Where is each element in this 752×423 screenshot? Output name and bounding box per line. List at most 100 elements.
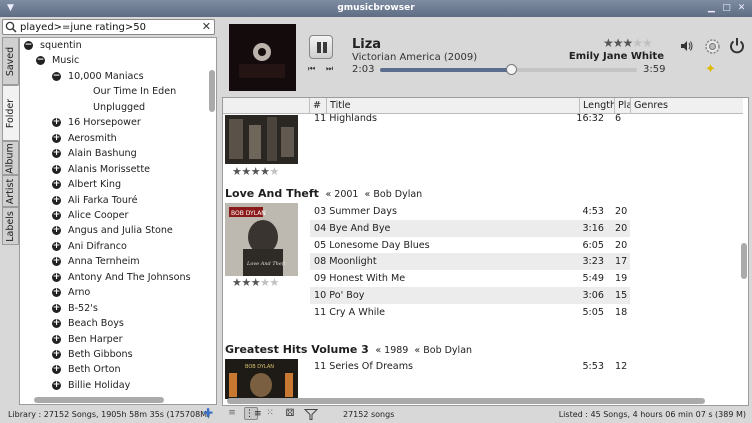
star-icon[interactable]: ★ bbox=[270, 165, 280, 178]
tree-item[interactable]: Our Time In Eden bbox=[20, 84, 208, 99]
tree-item[interactable]: + Ali Farka Touré bbox=[20, 193, 208, 208]
progress-slider[interactable] bbox=[380, 64, 637, 75]
window-menu-icon[interactable]: ▼ bbox=[4, 2, 17, 15]
star-icon[interactable]: ★ bbox=[260, 276, 270, 289]
song-list[interactable]: # Title Length Pla Genres ★★★★★ 11 Highl… bbox=[222, 97, 749, 406]
group-view-icon[interactable]: ⋮≡ bbox=[244, 407, 262, 420]
album-cover[interactable]: BOB DYLAN bbox=[225, 359, 298, 399]
tree-vscroll-thumb[interactable] bbox=[209, 70, 215, 112]
song-row[interactable]: 09 Honest With Me 5:49 19 bbox=[310, 270, 630, 287]
tree-hscroll-thumb[interactable] bbox=[34, 397, 164, 403]
now-playing-rating[interactable]: ★★★★★ bbox=[603, 36, 653, 50]
expand-icon[interactable]: + bbox=[52, 241, 61, 251]
album-rating[interactable]: ★★★★★ bbox=[232, 165, 279, 178]
tree-item[interactable]: + Angus and Julia Stone bbox=[20, 223, 208, 238]
now-playing-artist[interactable]: Emily Jane White bbox=[569, 51, 664, 62]
expand-icon[interactable]: + bbox=[52, 257, 61, 267]
tab-album[interactable]: Album bbox=[2, 141, 19, 175]
minimize-icon[interactable]: ▁ bbox=[705, 2, 718, 15]
expand-icon[interactable]: + bbox=[52, 133, 61, 143]
col-header-plays[interactable]: Pla bbox=[614, 98, 630, 114]
tree-item[interactable]: +16 Horsepower bbox=[20, 115, 208, 130]
song-row[interactable]: 08 Moonlight 3:23 17 bbox=[310, 253, 630, 271]
collapse-icon[interactable]: − bbox=[36, 56, 45, 66]
star-icon[interactable]: ★ bbox=[603, 36, 614, 50]
tree-horizontal-scrollbar[interactable] bbox=[24, 397, 204, 403]
expand-icon[interactable]: + bbox=[52, 210, 61, 220]
col-header-num[interactable]: # bbox=[309, 98, 326, 114]
song-row[interactable]: 11 Cry A While 5:05 18 bbox=[310, 304, 630, 321]
song-row[interactable]: 05 Lonesome Day Blues 6:05 20 bbox=[310, 237, 630, 254]
expand-icon[interactable]: + bbox=[52, 380, 61, 390]
tree-item[interactable]: + Billie Holiday bbox=[20, 378, 208, 393]
song-row[interactable]: 03 Summer Days 4:53 20 bbox=[310, 203, 630, 220]
list-hscroll-thumb[interactable] bbox=[227, 398, 705, 404]
album-header[interactable]: Love And Theft « 2001 « Bob Dylan bbox=[225, 187, 422, 200]
grid-view-icon[interactable]: ⁙ bbox=[263, 407, 277, 420]
next-icon[interactable]: ⏭ bbox=[326, 64, 333, 74]
tab-folder[interactable]: Folder bbox=[2, 85, 19, 141]
expand-icon[interactable]: + bbox=[52, 226, 61, 236]
add-icon[interactable]: ✚ bbox=[201, 407, 215, 420]
tree-item[interactable]: − Music bbox=[20, 53, 208, 68]
tree-vertical-scrollbar[interactable] bbox=[209, 40, 215, 394]
expand-icon[interactable]: + bbox=[52, 118, 61, 128]
previous-icon[interactable]: ⏮ bbox=[308, 64, 315, 74]
tree-item[interactable]: + Aerosmith bbox=[20, 131, 208, 146]
tree-item[interactable]: + Ben Harper bbox=[20, 332, 208, 347]
song-row[interactable]: 11 Series Of Dreams 5:53 12 bbox=[310, 358, 630, 375]
star-icon[interactable]: ★ bbox=[642, 36, 653, 50]
tab-saved[interactable]: Saved bbox=[2, 37, 19, 85]
tree-item[interactable]: + Anna Ternheim bbox=[20, 254, 208, 269]
now-playing-album[interactable]: Victorian America (2009) bbox=[352, 52, 477, 63]
album-cover[interactable]: BOB DYLAN Love And Theft bbox=[225, 203, 298, 276]
list-vertical-scrollbar[interactable] bbox=[741, 115, 747, 398]
album-cover[interactable] bbox=[225, 115, 298, 164]
tree-item[interactable]: + Antony And The Johnsons bbox=[20, 270, 208, 285]
star-icon[interactable]: ★ bbox=[232, 276, 242, 289]
tree-item[interactable]: + Alain Bashung bbox=[20, 146, 208, 161]
expand-icon[interactable]: + bbox=[52, 272, 61, 282]
folder-tree[interactable]: − squentin − Music −10,000 Maniacs Our Time I… bbox=[19, 37, 217, 405]
star-icon[interactable]: ★ bbox=[632, 36, 643, 50]
star-icon[interactable]: ★ bbox=[241, 276, 251, 289]
tree-item[interactable]: + B-52's bbox=[20, 301, 208, 316]
tree-item[interactable]: + Beach Boys bbox=[20, 316, 208, 331]
album-header[interactable]: Greatest Hits Volume 3 « 1989 « Bob Dyla… bbox=[225, 343, 472, 356]
album-rating[interactable]: ★★★★★ bbox=[232, 276, 279, 289]
tree-item[interactable]: Unplugged bbox=[20, 100, 208, 115]
expand-icon[interactable]: + bbox=[52, 350, 61, 359]
pause-button[interactable] bbox=[309, 35, 333, 59]
expand-icon[interactable]: + bbox=[52, 319, 61, 329]
song-row[interactable]: 10 Po' Boy 3:06 15 bbox=[310, 287, 630, 304]
tree-item[interactable]: + Beth Gibbons bbox=[20, 347, 208, 362]
expand-icon[interactable]: + bbox=[52, 365, 61, 375]
tree-item[interactable]: −10,000 Maniacs bbox=[20, 69, 208, 84]
close-window-icon[interactable]: ✕ bbox=[735, 2, 748, 15]
expand-icon[interactable]: + bbox=[52, 149, 61, 159]
tree-item[interactable]: + Alanis Morissette bbox=[20, 162, 208, 177]
random-icon[interactable]: ⚄ bbox=[283, 407, 297, 420]
star-icon[interactable]: ★ bbox=[613, 36, 624, 50]
star-icon[interactable]: ★ bbox=[260, 165, 270, 178]
tab-labels[interactable]: Labels bbox=[2, 207, 19, 245]
collapse-icon[interactable]: − bbox=[24, 41, 33, 50]
progress-knob[interactable] bbox=[506, 64, 518, 75]
star-icon[interactable]: ★ bbox=[232, 165, 242, 178]
expand-icon[interactable]: + bbox=[52, 288, 61, 298]
tree-item[interactable]: + Ani Difranco bbox=[20, 239, 208, 254]
star-icon[interactable]: ★ bbox=[251, 165, 261, 178]
settings-gear-icon[interactable] bbox=[704, 38, 721, 55]
clear-icon[interactable]: ✕ bbox=[202, 20, 211, 34]
power-icon[interactable] bbox=[729, 37, 745, 54]
list-vscroll-thumb[interactable] bbox=[741, 243, 747, 279]
star-icon[interactable]: ★ bbox=[241, 165, 251, 178]
song-row[interactable]: 11 Highlands 16:32 6 bbox=[310, 114, 630, 128]
expand-icon[interactable]: + bbox=[52, 180, 61, 190]
col-header-title[interactable]: Title bbox=[326, 98, 579, 114]
star-icon[interactable]: ★ bbox=[251, 276, 261, 289]
tree-item[interactable]: + Beth Orton bbox=[20, 362, 208, 377]
filter-icon[interactable] bbox=[304, 408, 318, 421]
maximize-icon[interactable]: □ bbox=[720, 2, 733, 15]
star-icon[interactable]: ★ bbox=[623, 36, 634, 50]
